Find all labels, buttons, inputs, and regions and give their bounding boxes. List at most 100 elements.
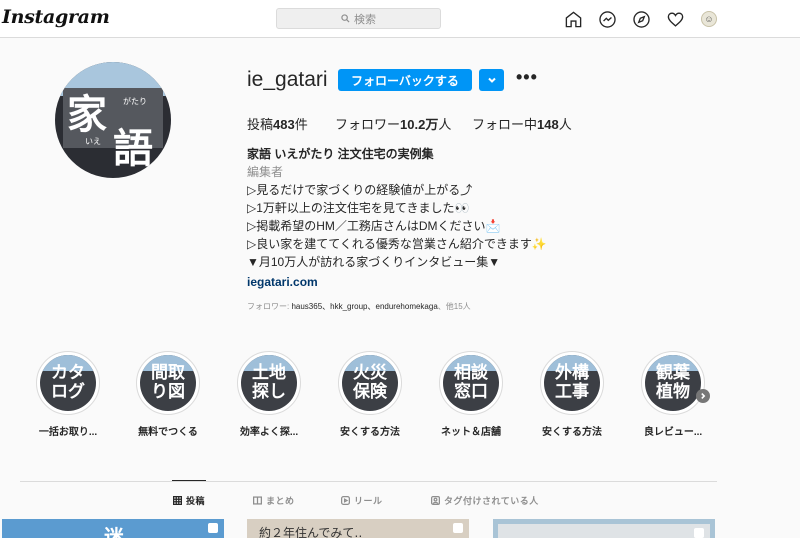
highlight-cover: 間取 り図 — [140, 355, 196, 411]
highlight-cover-text: 外構 工事 — [555, 363, 589, 402]
highlight-cover: 相談 窓口 — [443, 355, 499, 411]
bio-line: ▼月10万人が訪れる家づくりインタビュー集▼ — [247, 255, 501, 269]
followers-count[interactable]: フォロワー10.2万人 — [335, 114, 451, 133]
carousel-icon — [208, 523, 218, 533]
tab-label: 投稿 — [186, 496, 206, 506]
highlight-label: 一括お取り... — [38, 427, 98, 438]
home-icon[interactable] — [562, 8, 584, 30]
posts-count: 投稿483件 — [247, 114, 308, 133]
profile-picture-small-1: がたり — [123, 97, 147, 106]
bio-line: ▷1万軒以上の注文住宅を見てきました👀 — [247, 201, 470, 215]
tabs-divider — [20, 481, 717, 482]
profile-picture-small-2: いえ — [85, 137, 101, 146]
chevron-down-icon — [487, 77, 496, 83]
highlight-label: ネット＆店舗 — [441, 427, 501, 438]
highlight-cover: 土地 探し — [241, 355, 297, 411]
highlight-ring: 間取 り図 — [136, 351, 200, 415]
tag-icon — [431, 496, 440, 505]
highlight-label: 無料でつくる — [138, 427, 198, 438]
profile-avatar-button[interactable]: ☺ — [698, 8, 720, 30]
follow-back-button[interactable]: フォローバックする — [338, 69, 472, 91]
followers-unit: 人 — [438, 117, 452, 132]
post-caption: 約２年住んでみて‥ — [259, 526, 363, 538]
bio-category: 編集者 — [247, 165, 284, 179]
highlight-cover-text: 土地 探し — [252, 363, 286, 402]
highlight-cover: カタ ログ — [40, 355, 96, 411]
tab-guides[interactable]: まとめ — [253, 494, 295, 507]
tab-label: リール — [354, 496, 383, 506]
highlight-ring: 観葉 植物 — [641, 351, 705, 415]
search-input[interactable]: 検索 — [276, 8, 441, 29]
highlight-label: 安くする方法 — [340, 427, 400, 438]
highlight-cover: 観葉 植物 — [645, 355, 701, 411]
search-placeholder: 検索 — [354, 13, 376, 26]
tab-label: まとめ — [266, 496, 295, 506]
profile-picture[interactable]: 家 がたり いえ 語 — [55, 62, 171, 178]
heart-icon[interactable] — [664, 8, 686, 30]
tab-tagged[interactable]: タグ付けされている人 — [431, 494, 539, 507]
highlight-ring: 土地 探し — [237, 351, 301, 415]
explore-icon[interactable] — [630, 8, 652, 30]
posts-value: 483 — [273, 117, 295, 132]
followed-by-names: haus365、hkk_group、endurehomekaga — [291, 302, 438, 311]
search-icon — [341, 14, 350, 23]
bio-name: 家語 いえがたり 注文住宅の実例集 — [247, 147, 434, 161]
bio-line: ▷見るだけで家づくりの経験値が上がる⤴ — [247, 183, 473, 197]
followers-label: フォロワー — [335, 117, 401, 132]
avatar: ☺ — [701, 11, 717, 27]
highlight-cover-text: 相談 窓口 — [454, 363, 488, 402]
highlight-cover-text: カタ ログ — [51, 363, 85, 402]
highlight-label: 効率よく探... — [239, 427, 299, 438]
followed-by-prefix: フォロワー: — [247, 302, 292, 311]
story-highlight[interactable]: 火災 保険 安くする方法 — [330, 351, 410, 438]
more-options-button[interactable]: ••• — [516, 68, 538, 90]
guide-icon — [253, 496, 262, 505]
story-highlight[interactable]: 間取 り図 無料でつくる — [128, 351, 208, 438]
highlight-ring: 火災 保険 — [338, 351, 402, 415]
top-navigation-bar: Instagram 検索 ☺ — [0, 0, 800, 38]
profile-username: ie_gatari — [247, 68, 328, 91]
carousel-icon — [453, 523, 463, 533]
instagram-logo[interactable]: Instagram — [2, 6, 110, 28]
story-highlight[interactable]: カタ ログ 一括お取り... — [28, 351, 108, 438]
post-thumbnail[interactable]: 迷 — [2, 519, 224, 538]
following-count[interactable]: フォロー中148人 — [472, 114, 572, 133]
bio-website-link[interactable]: iegatari.com — [247, 273, 318, 291]
story-highlight[interactable]: 相談 窓口 ネット＆店舗 — [431, 351, 511, 438]
highlight-cover: 外構 工事 — [544, 355, 600, 411]
bio-line: ▷掲載希望のHM／工務店さんはDMください📩 — [247, 219, 501, 233]
messenger-icon[interactable] — [596, 8, 618, 30]
tab-posts[interactable]: 投稿 — [173, 494, 205, 507]
highlight-label: 安くする方法 — [542, 427, 602, 438]
grid-icon — [173, 496, 182, 505]
post-caption: 迷 — [104, 525, 124, 538]
story-highlight[interactable]: 外構 工事 安くする方法 — [532, 351, 612, 438]
bio-line: ▷良い家を建ててくれる優秀な営業さん紹介できます✨ — [247, 237, 547, 251]
post-thumbnail[interactable]: 約２年住んでみて‥ — [247, 519, 469, 538]
highlight-ring: カタ ログ — [36, 351, 100, 415]
active-tab-indicator — [172, 480, 206, 481]
highlight-cover: 火災 保険 — [342, 355, 398, 411]
following-unit: 人 — [558, 117, 572, 132]
highlight-cover-text: 観葉 植物 — [656, 363, 690, 402]
following-value: 148 — [537, 117, 559, 132]
followers-value: 10.2万 — [400, 117, 439, 132]
chevron-right-icon — [701, 393, 706, 399]
followed-by-suffix: 、他15人 — [437, 302, 471, 311]
highlight-ring: 外構 工事 — [540, 351, 604, 415]
highlight-cover-text: 間取 り図 — [151, 363, 185, 402]
posts-unit: 件 — [294, 117, 308, 132]
highlight-cover-text: 火災 保険 — [353, 363, 387, 402]
suggested-dropdown-button[interactable] — [479, 69, 504, 91]
reels-icon — [341, 496, 350, 505]
highlight-ring: 相談 窓口 — [439, 351, 503, 415]
following-label: フォロー中 — [472, 117, 538, 132]
posts-label: 投稿 — [247, 117, 274, 132]
story-highlight[interactable]: 土地 探し 効率よく探... — [229, 351, 309, 438]
highlights-next-button[interactable] — [696, 389, 710, 403]
post-thumbnail[interactable] — [493, 519, 715, 538]
followed-by[interactable]: フォロワー: haus365、hkk_group、endurehomekaga、… — [247, 301, 471, 312]
tab-reels[interactable]: リール — [341, 494, 383, 507]
tab-label: タグ付けされている人 — [444, 496, 539, 506]
profile-picture-char-2: 語 — [113, 125, 153, 172]
